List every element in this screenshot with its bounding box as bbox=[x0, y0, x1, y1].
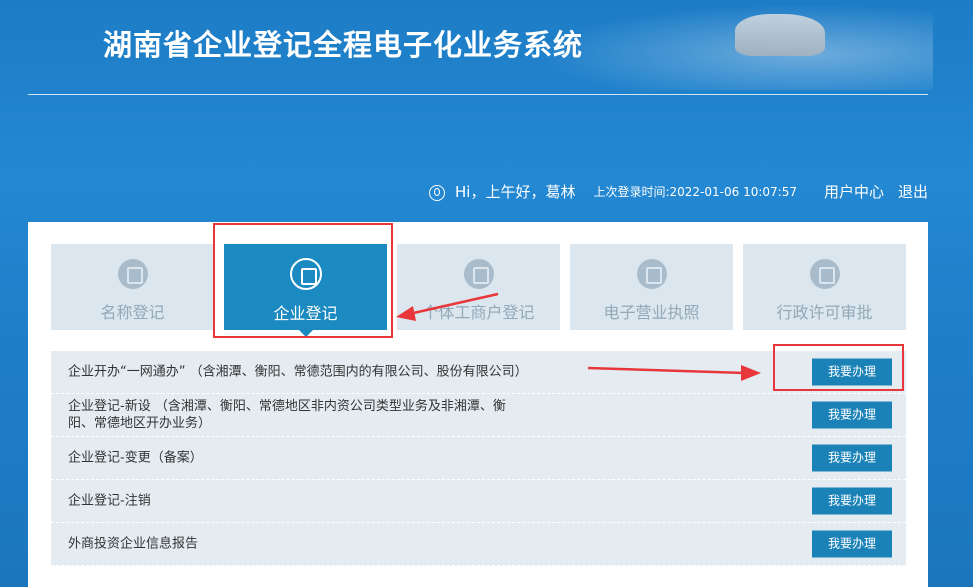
system-title: 湖南省企业登记全程电子化业务系统 bbox=[103, 28, 584, 62]
apply-button[interactable]: 我要办理 bbox=[812, 401, 892, 429]
tab-label: 行政许可审批 bbox=[776, 303, 873, 322]
apply-button[interactable]: 我要办理 bbox=[812, 444, 892, 472]
tab-electronic-license[interactable]: 电子营业执照 bbox=[570, 244, 733, 330]
apply-button[interactable]: 我要办理 bbox=[812, 530, 892, 558]
highlight-box-tab bbox=[213, 223, 393, 338]
header-banner: 湖南省企业登记全程电子化业务系统 bbox=[0, 0, 973, 95]
person-icon bbox=[809, 259, 840, 289]
user-icon bbox=[429, 184, 446, 201]
greeting-text: Hi，上午好，葛林 bbox=[455, 183, 576, 201]
service-row: 企业登记-变更（备案） 我要办理 bbox=[51, 437, 906, 480]
header-divider bbox=[28, 94, 928, 95]
service-row: 企业登记-新设 （含湘潭、衡阳、常德地区非内资公司类型业务及非湘潭、衡阳、常德地… bbox=[51, 394, 906, 437]
tab-label: 电子营业执照 bbox=[603, 303, 700, 322]
main-panel: 名称登记 企业登记 个体工商户登记 电子营业执照 行政许可审批 企业开办“一网通… bbox=[28, 222, 928, 587]
banner-statue-image bbox=[735, 14, 825, 56]
user-center-link[interactable]: 用户中心 bbox=[824, 181, 884, 202]
service-name: 企业登记-注销 bbox=[68, 493, 151, 509]
service-name: 企业登记-变更（备案） bbox=[68, 450, 203, 466]
service-name: 企业开办“一网通办” （含湘潭、衡阳、常德范围内的有限公司、股份有限公司） bbox=[68, 364, 528, 380]
annotation-arrow-left bbox=[396, 292, 499, 321]
user-bar: Hi，上午好，葛林 上次登录时间:2022-01-06 10:07:57 用户中… bbox=[429, 181, 928, 202]
service-row: 外商投资企业信息报告 我要办理 bbox=[51, 523, 906, 566]
tab-name-registration[interactable]: 名称登记 bbox=[51, 244, 214, 330]
service-row: 企业登记-注销 我要办理 bbox=[51, 480, 906, 523]
tab-administrative-approval[interactable]: 行政许可审批 bbox=[743, 244, 906, 330]
document-icon bbox=[117, 259, 148, 289]
highlight-box-button bbox=[773, 344, 904, 391]
apply-button[interactable]: 我要办理 bbox=[812, 487, 892, 515]
logout-link[interactable]: 退出 bbox=[898, 181, 928, 202]
service-name: 外商投资企业信息报告 bbox=[68, 536, 199, 552]
shop-icon bbox=[463, 259, 494, 289]
annotation-arrow-right bbox=[587, 365, 761, 381]
license-icon bbox=[636, 259, 667, 289]
service-name: 企业登记-新设 （含湘潭、衡阳、常德地区非内资公司类型业务及非湘潭、衡阳、常德地… bbox=[68, 399, 506, 431]
last-login-text: 上次登录时间:2022-01-06 10:07:57 bbox=[593, 185, 797, 199]
tab-label: 名称登记 bbox=[100, 303, 165, 322]
